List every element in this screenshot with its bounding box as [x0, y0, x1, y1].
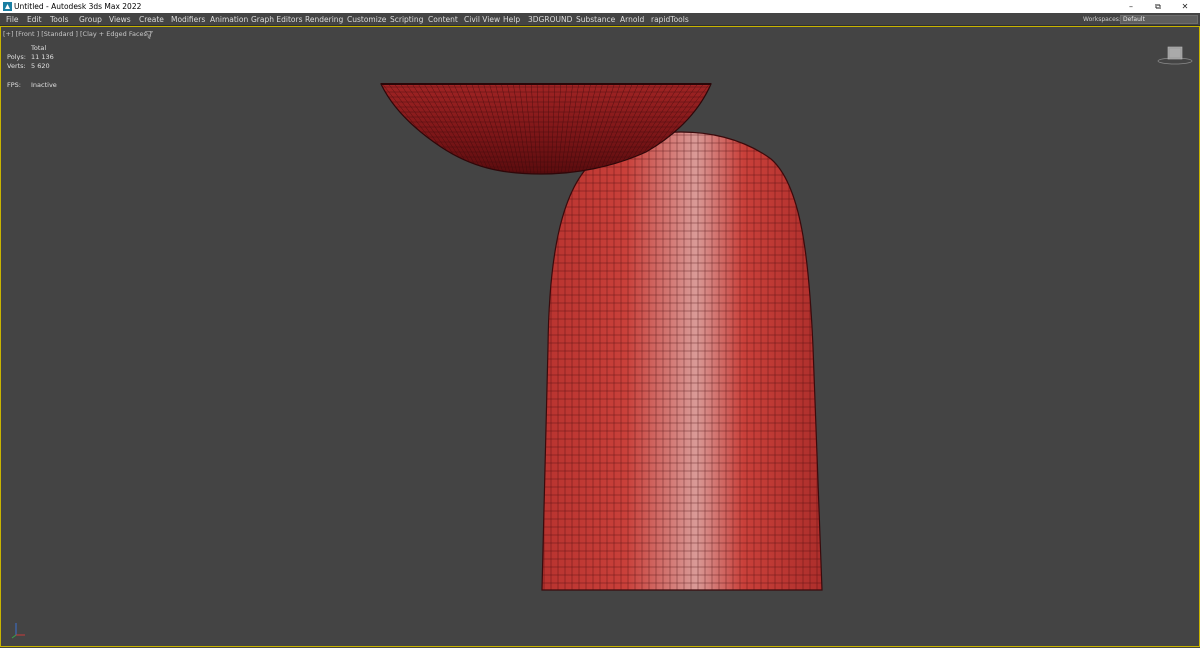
fps-label: FPS:	[7, 81, 21, 89]
polys-value: 11 136	[31, 53, 54, 61]
minimize-button[interactable]: –	[1118, 0, 1144, 13]
menu-file[interactable]: File	[6, 13, 19, 26]
title-bar: Untitled - Autodesk 3ds Max 2022 – ⧉ ✕	[0, 0, 1200, 13]
fps-value: Inactive	[31, 81, 57, 89]
polys-label: Polys:	[7, 53, 26, 61]
3dsmax-app-icon	[3, 2, 12, 11]
restore-button[interactable]: ⧉	[1145, 0, 1171, 13]
menu-arnold[interactable]: Arnold	[620, 13, 644, 26]
viewport-label[interactable]: [+] [Front ] [Standard ] [Clay + Edged F…	[3, 30, 152, 38]
window-title: Untitled - Autodesk 3ds Max 2022	[14, 2, 142, 11]
menu-civil-view[interactable]: Civil View	[464, 13, 500, 26]
menu-bar: File Edit Tools Group Views Create Modif…	[0, 13, 1200, 26]
front-viewport[interactable]: [+] [Front ] [Standard ] [Clay + Edged F…	[0, 26, 1200, 647]
menu-graph-editors[interactable]: Graph Editors	[251, 13, 303, 26]
menu-tools[interactable]: Tools	[50, 13, 68, 26]
menu-create[interactable]: Create	[139, 13, 164, 26]
verts-value: 5 620	[31, 62, 50, 70]
capsule-mesh[interactable]	[536, 127, 826, 592]
funnel-icon[interactable]	[145, 31, 153, 39]
menu-scripting[interactable]: Scripting	[390, 13, 423, 26]
verts-label: Verts:	[7, 62, 26, 70]
menu-animation[interactable]: Animation	[210, 13, 248, 26]
workspaces-label: Workspaces:	[1083, 16, 1121, 23]
menu-help[interactable]: Help	[503, 13, 520, 26]
menu-views[interactable]: Views	[109, 13, 131, 26]
viewcube-icon[interactable]	[1155, 44, 1195, 66]
menu-rapidtools[interactable]: rapidTools	[651, 13, 689, 26]
menu-modifiers[interactable]: Modifiers	[171, 13, 205, 26]
viewport-scene	[380, 83, 826, 592]
stats-header: Total	[31, 44, 47, 52]
menu-customize[interactable]: Customize	[347, 13, 386, 26]
menu-substance[interactable]: Substance	[576, 13, 615, 26]
menu-3dground[interactable]: 3DGROUND	[528, 13, 572, 26]
axis-gizmo-icon	[11, 623, 25, 639]
menu-edit[interactable]: Edit	[27, 13, 42, 26]
menu-content[interactable]: Content	[428, 13, 458, 26]
workspaces-dropdown[interactable]: Default	[1120, 15, 1198, 24]
close-button[interactable]: ✕	[1172, 0, 1198, 13]
menu-group[interactable]: Group	[79, 13, 102, 26]
menu-rendering[interactable]: Rendering	[305, 13, 343, 26]
